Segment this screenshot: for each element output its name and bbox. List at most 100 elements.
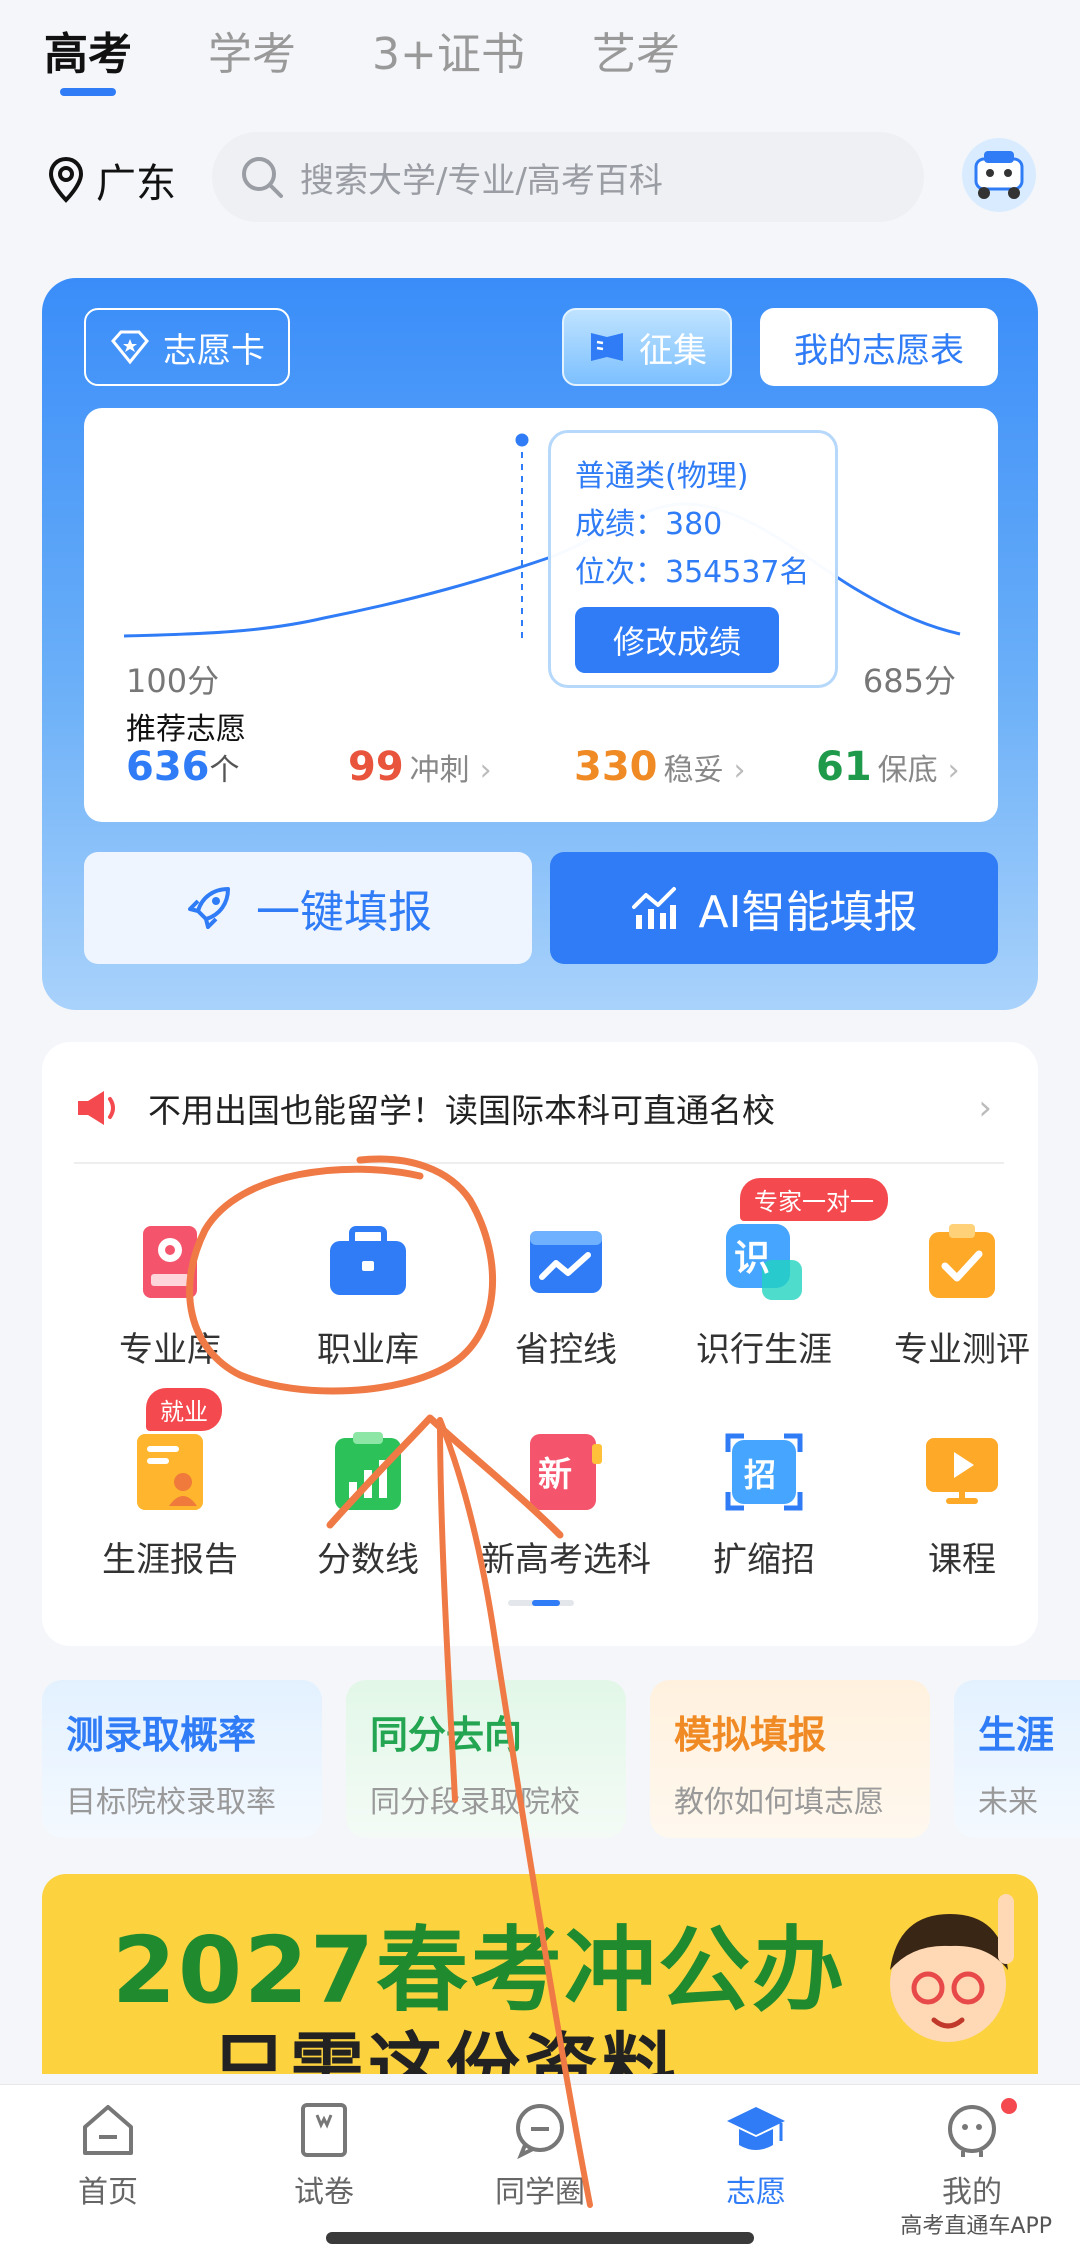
score-min-label: 100分 bbox=[126, 662, 220, 700]
grid-item-major-library[interactable]: 专业库 bbox=[80, 1220, 260, 1371]
grid-label: 专业测评 bbox=[894, 1330, 1030, 1370]
grid-label: 课程 bbox=[928, 1540, 996, 1580]
grid-item-career-path[interactable]: 识 识行生涯 bbox=[674, 1220, 854, 1371]
notification-dot bbox=[998, 2095, 1020, 2117]
promo-banner[interactable]: 2027春考冲公办 只需这份资料 bbox=[42, 1874, 1038, 2074]
provincial-line-icon bbox=[524, 1220, 608, 1304]
notice-text: 不用出国也能留学！读国际本科可直通名校 bbox=[148, 1091, 775, 1130]
recommend-label: 推荐志愿 bbox=[126, 712, 246, 747]
grid-label: 专业库 bbox=[119, 1330, 221, 1370]
collect-button[interactable]: 征集 bbox=[562, 308, 732, 386]
cartoon-character-illustration bbox=[890, 1894, 1014, 2042]
feature-subtitle: 目标院校录取率 bbox=[66, 1785, 276, 1820]
grid-item-subject-select[interactable]: 新 新高考选科 bbox=[476, 1430, 656, 1581]
subject-select-icon: 新 bbox=[524, 1430, 608, 1514]
reach-value: 99 bbox=[348, 744, 404, 790]
nav-classmates[interactable]: 同学圈 bbox=[460, 2101, 620, 2211]
nav-volunteer[interactable]: 志愿 bbox=[676, 2101, 836, 2211]
score-tooltip: 普通类(物理) 成绩：380 位次：354537名 修改成绩 bbox=[548, 430, 838, 688]
nav-exam-papers[interactable]: 试卷 bbox=[244, 2101, 404, 2211]
search-input[interactable]: 搜索大学/专业/高考百科 bbox=[212, 132, 924, 222]
grid-item-provincial-line[interactable]: 省控线 bbox=[476, 1220, 656, 1371]
score-distribution-panel: 普通类(物理) 成绩：380 位次：354537名 修改成绩 100分 685分… bbox=[84, 408, 998, 822]
one-key-fill-button[interactable]: 一键填报 bbox=[84, 852, 532, 964]
grid-item-score-line[interactable]: 分数线 bbox=[278, 1430, 458, 1581]
score-line-icon bbox=[326, 1430, 410, 1514]
volunteer-card-button[interactable]: 志愿卡 bbox=[84, 308, 290, 386]
book-icon bbox=[591, 333, 623, 361]
feature-title: 生涯 bbox=[978, 1713, 1055, 1757]
ai-fill-button[interactable]: AI智能填报 bbox=[550, 852, 998, 964]
nav-profile[interactable]: 我的 bbox=[892, 2095, 1052, 2211]
enrollment-change-icon: 招 bbox=[722, 1430, 806, 1514]
location-label: 广东 bbox=[96, 161, 176, 207]
robot-car-icon bbox=[974, 151, 1024, 199]
edit-score-button[interactable]: 修改成绩 bbox=[575, 607, 779, 673]
assistant-avatar[interactable] bbox=[962, 138, 1036, 212]
score-max-label: 685分 bbox=[862, 662, 956, 700]
profile-face-icon bbox=[948, 2105, 996, 2157]
active-tab-indicator bbox=[60, 88, 116, 96]
course-icon bbox=[920, 1430, 1004, 1514]
feature-card-mock-fill[interactable]: 模拟填报 教你如何填志愿 bbox=[650, 1680, 930, 1838]
collect-label: 征集 bbox=[639, 330, 707, 371]
svg-text:新: 新 bbox=[538, 1455, 572, 1495]
nav-label: 我的 bbox=[942, 2175, 1002, 2210]
rocket-icon bbox=[188, 887, 230, 929]
location-selector[interactable]: 广东 bbox=[48, 150, 176, 210]
reach-stat[interactable]: 99 冲刺 › bbox=[348, 744, 492, 790]
top-tab-bar: 高考 学考 3+证书 艺考 bbox=[0, 0, 1080, 110]
feature-title: 同分去向 bbox=[370, 1713, 523, 1757]
home-indicator[interactable] bbox=[326, 2232, 754, 2244]
svg-text:识: 识 bbox=[734, 1238, 770, 1279]
safe-stat[interactable]: 61 保底 › bbox=[816, 744, 960, 790]
safe-value: 61 bbox=[816, 744, 872, 790]
one-key-fill-label: 一键填报 bbox=[256, 887, 432, 938]
search-placeholder: 搜索大学/专业/高考百科 bbox=[300, 160, 663, 201]
nav-label: 同学圈 bbox=[495, 2175, 585, 2210]
tab-gaokao[interactable]: 高考 bbox=[44, 18, 132, 82]
search-icon bbox=[242, 157, 283, 198]
tab-xuekao[interactable]: 学考 bbox=[208, 18, 296, 82]
career-report-icon bbox=[128, 1430, 212, 1514]
recommend-count-value: 636 bbox=[126, 744, 210, 790]
grid-item-career-report[interactable]: 生涯报告 bbox=[80, 1430, 260, 1581]
banner-subtitle: 只需这份资料 bbox=[212, 2025, 680, 2074]
grid-item-career-library[interactable]: 职业库 bbox=[278, 1220, 458, 1371]
svg-text:招: 招 bbox=[744, 1456, 776, 1494]
career-path-icon: 识 bbox=[722, 1220, 806, 1304]
grid-item-major-test[interactable]: 专业测评 bbox=[872, 1220, 1052, 1371]
safe-label: 保底 bbox=[877, 753, 938, 788]
nav-home[interactable]: 首页 bbox=[28, 2101, 188, 2211]
notice-bar[interactable]: 不用出国也能留学！读国际本科可直通名校 › bbox=[74, 1070, 1004, 1146]
divider bbox=[74, 1162, 1004, 1164]
major-test-icon bbox=[920, 1220, 1004, 1304]
tab-3-plus-certificate[interactable]: 3+证书 bbox=[372, 18, 525, 82]
chevron-right-icon: › bbox=[733, 753, 746, 788]
major-library-icon bbox=[128, 1220, 212, 1304]
steady-stat[interactable]: 330 稳妥 › bbox=[574, 744, 746, 790]
grid-item-enrollment-change[interactable]: 招 扩缩招 bbox=[674, 1430, 854, 1581]
feature-subtitle: 未来 bbox=[978, 1785, 1038, 1820]
feature-subtitle: 教你如何填志愿 bbox=[674, 1785, 884, 1820]
tab-yikao[interactable]: 艺考 bbox=[592, 18, 680, 82]
grid-label: 分数线 bbox=[317, 1540, 419, 1580]
feature-card-same-score[interactable]: 同分去向 同分段录取院校 bbox=[346, 1680, 626, 1838]
feature-card-career[interactable]: 生涯 未来 bbox=[954, 1680, 1080, 1838]
career-library-icon bbox=[326, 1220, 410, 1304]
steady-label: 稳妥 bbox=[663, 753, 724, 788]
feature-grid-card: 不用出国也能留学！读国际本科可直通名校 › 专业库 职业库 省控线 识 识行生涯… bbox=[42, 1042, 1038, 1646]
grid-label: 新高考选科 bbox=[481, 1540, 651, 1580]
feature-title: 测录取概率 bbox=[66, 1713, 257, 1757]
nav-label: 首页 bbox=[78, 2175, 138, 2210]
recommend-count[interactable]: 636个 bbox=[126, 744, 240, 790]
volunteer-card-label: 志愿卡 bbox=[163, 330, 265, 371]
paper-icon bbox=[301, 2103, 347, 2157]
grid-item-course[interactable]: 课程 bbox=[872, 1430, 1052, 1581]
my-volunteer-table-button[interactable]: 我的志愿表 bbox=[760, 308, 998, 386]
feature-subtitle: 同分段录取院校 bbox=[370, 1785, 580, 1820]
reach-label: 冲刺 bbox=[409, 753, 470, 788]
feature-card-admission-probability[interactable]: 测录取概率 目标院校录取率 bbox=[42, 1680, 322, 1838]
watermark: 高考直通车APP bbox=[900, 2214, 1052, 2239]
location-pin-icon bbox=[48, 157, 84, 203]
